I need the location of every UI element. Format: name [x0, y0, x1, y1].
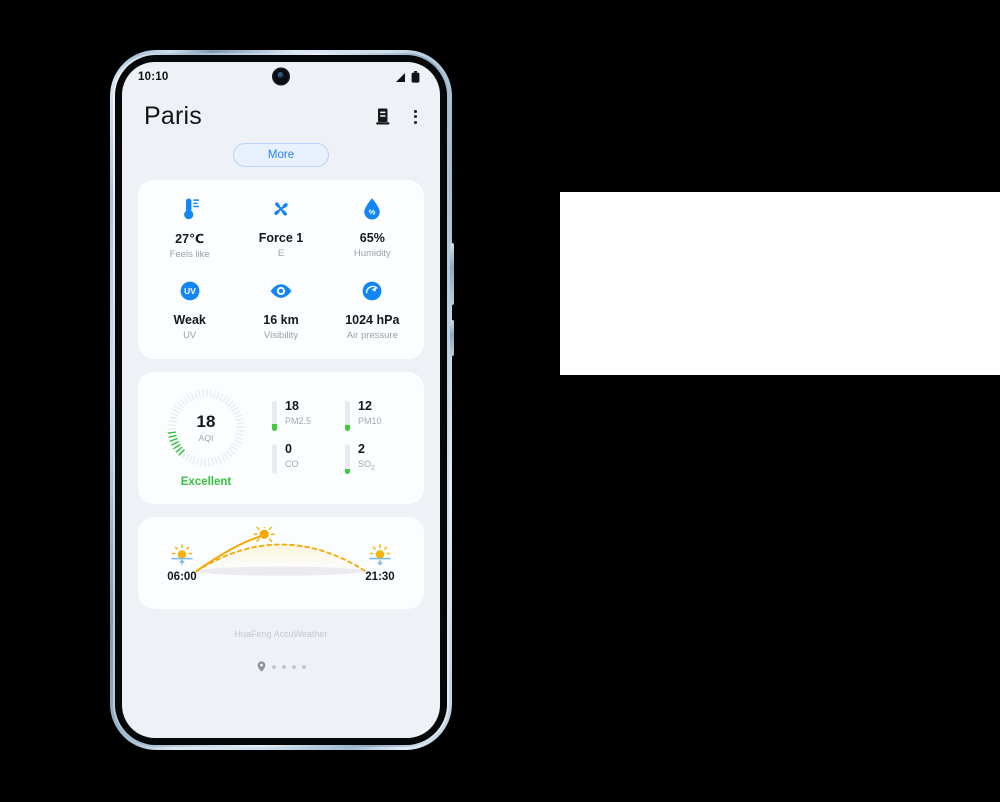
pollutant-value: 12 [358, 399, 372, 413]
svg-text:UV: UV [184, 286, 196, 296]
sun-path-arc [195, 527, 367, 576]
phone-screen: 10:10 Paris More 27℃ Feels like Force 1 … [122, 62, 440, 738]
detail-visibility[interactable]: 16 km Visibility [235, 278, 326, 341]
signal-icon [396, 72, 405, 82]
detail-air-pressure[interactable]: 1024 hPa Air pressure [327, 278, 418, 341]
location-pin-icon[interactable] [257, 661, 266, 672]
pollutant-value: 18 [285, 399, 299, 413]
details-row-1: 27℃ Feels like Force 1 E % 65% Humidity [144, 196, 418, 260]
detail-value: Force 1 [258, 231, 304, 245]
detail-label: Feels like [169, 249, 210, 260]
detail-value: 65% [359, 231, 385, 245]
weather-details-card: 27℃ Feels like Force 1 E % 65% Humidity … [138, 180, 424, 359]
data-source-label: HuaFeng AccuWeather [234, 629, 328, 639]
aqi-gauge-section: 18 AQI Excellent [150, 386, 262, 488]
sun-card[interactable]: 06:00 21:30 [138, 517, 424, 609]
status-bar-clock: 10:10 [138, 71, 169, 83]
sunrise-time: 06:00 [167, 570, 197, 583]
status-bar: 10:10 [122, 62, 440, 92]
power-button[interactable] [450, 320, 454, 356]
thermometer-icon [183, 198, 199, 220]
city-list-icon[interactable] [376, 108, 391, 125]
detail-label: Humidity [353, 248, 391, 259]
pollutant-item: 18 PM2.5 [266, 394, 339, 437]
page-indicator[interactable] [122, 661, 440, 672]
blank-white-panel [560, 192, 1000, 375]
pollutant-label: CO [285, 459, 299, 470]
sunset-icon [369, 543, 391, 565]
pollutant-label: PM2.5 [285, 416, 312, 427]
pollutant-grid: 18 PM2.5 12 PM10 0 CO 2 SO2 [262, 386, 412, 488]
page-dot[interactable] [281, 664, 286, 669]
overflow-menu-icon[interactable] [411, 106, 420, 128]
aqi-gauge: 18 AQI [164, 386, 248, 470]
detail-humidity[interactable]: % 65% Humidity [327, 196, 418, 260]
front-camera-punch-hole [273, 69, 289, 84]
page-title: Paris [144, 102, 202, 130]
battery-icon [411, 71, 420, 83]
volume-button[interactable] [450, 243, 454, 305]
pollutant-bar [272, 444, 277, 474]
barometer-icon [362, 281, 382, 301]
detail-label: E [277, 248, 285, 259]
details-row-2: UV Weak UV 16 km Visibility 1024 hPa Air… [144, 278, 418, 341]
detail-label: Visibility [263, 330, 299, 341]
page-dot[interactable] [291, 664, 296, 669]
detail-label: Air pressure [346, 330, 398, 341]
wind-fan-icon [274, 202, 288, 216]
aqi-level-label: Excellent [180, 476, 232, 488]
uv-index-icon: UV [180, 281, 200, 301]
humidity-drop-icon: % [364, 198, 381, 220]
air-quality-card[interactable]: 18 AQI Excellent 18 PM2.5 12 PM10 0 CO 2 SO2 [138, 372, 424, 504]
pollutant-bar [345, 444, 350, 474]
detail-value: 16 km [263, 313, 299, 327]
detail-value: 27℃ [175, 232, 205, 246]
detail-feels-like[interactable]: 27℃ Feels like [144, 196, 235, 260]
pollutant-item: 12 PM10 [339, 394, 412, 437]
app-bar: Paris [122, 92, 440, 131]
pollutant-label: PM10 [358, 416, 382, 427]
detail-uv[interactable]: UV Weak UV [144, 278, 235, 341]
sun-marker [253, 527, 275, 543]
pollutant-value: 0 [285, 442, 292, 456]
page-dot[interactable] [271, 664, 276, 669]
detail-wind[interactable]: Force 1 E [235, 196, 326, 260]
detail-value: Weak [173, 313, 206, 327]
sunrise-icon [171, 543, 193, 565]
pollutant-item: 2 SO2 [339, 437, 412, 480]
aqi-value: 18 [196, 412, 216, 431]
pollutant-item: 0 CO [266, 437, 339, 480]
pollutant-bar [345, 401, 350, 431]
sunrise-block: 06:00 [156, 543, 208, 583]
eye-visibility-icon [270, 284, 292, 298]
detail-label: UV [183, 330, 197, 341]
aqi-caption: AQI [198, 433, 214, 443]
sunset-block: 21:30 [354, 543, 406, 583]
svg-text:%: % [369, 208, 376, 217]
pollutant-label: SO2 [358, 459, 375, 472]
pollutant-bar [272, 401, 277, 431]
page-dot[interactable] [301, 664, 306, 669]
pollutant-value: 2 [358, 442, 365, 456]
status-bar-icons [394, 71, 420, 83]
more-button[interactable]: More [232, 143, 330, 167]
phone-device: 10:10 Paris More 27℃ Feels like Force 1 … [110, 50, 454, 750]
detail-value: 1024 hPa [345, 313, 400, 327]
sunset-time: 21:30 [365, 570, 395, 583]
